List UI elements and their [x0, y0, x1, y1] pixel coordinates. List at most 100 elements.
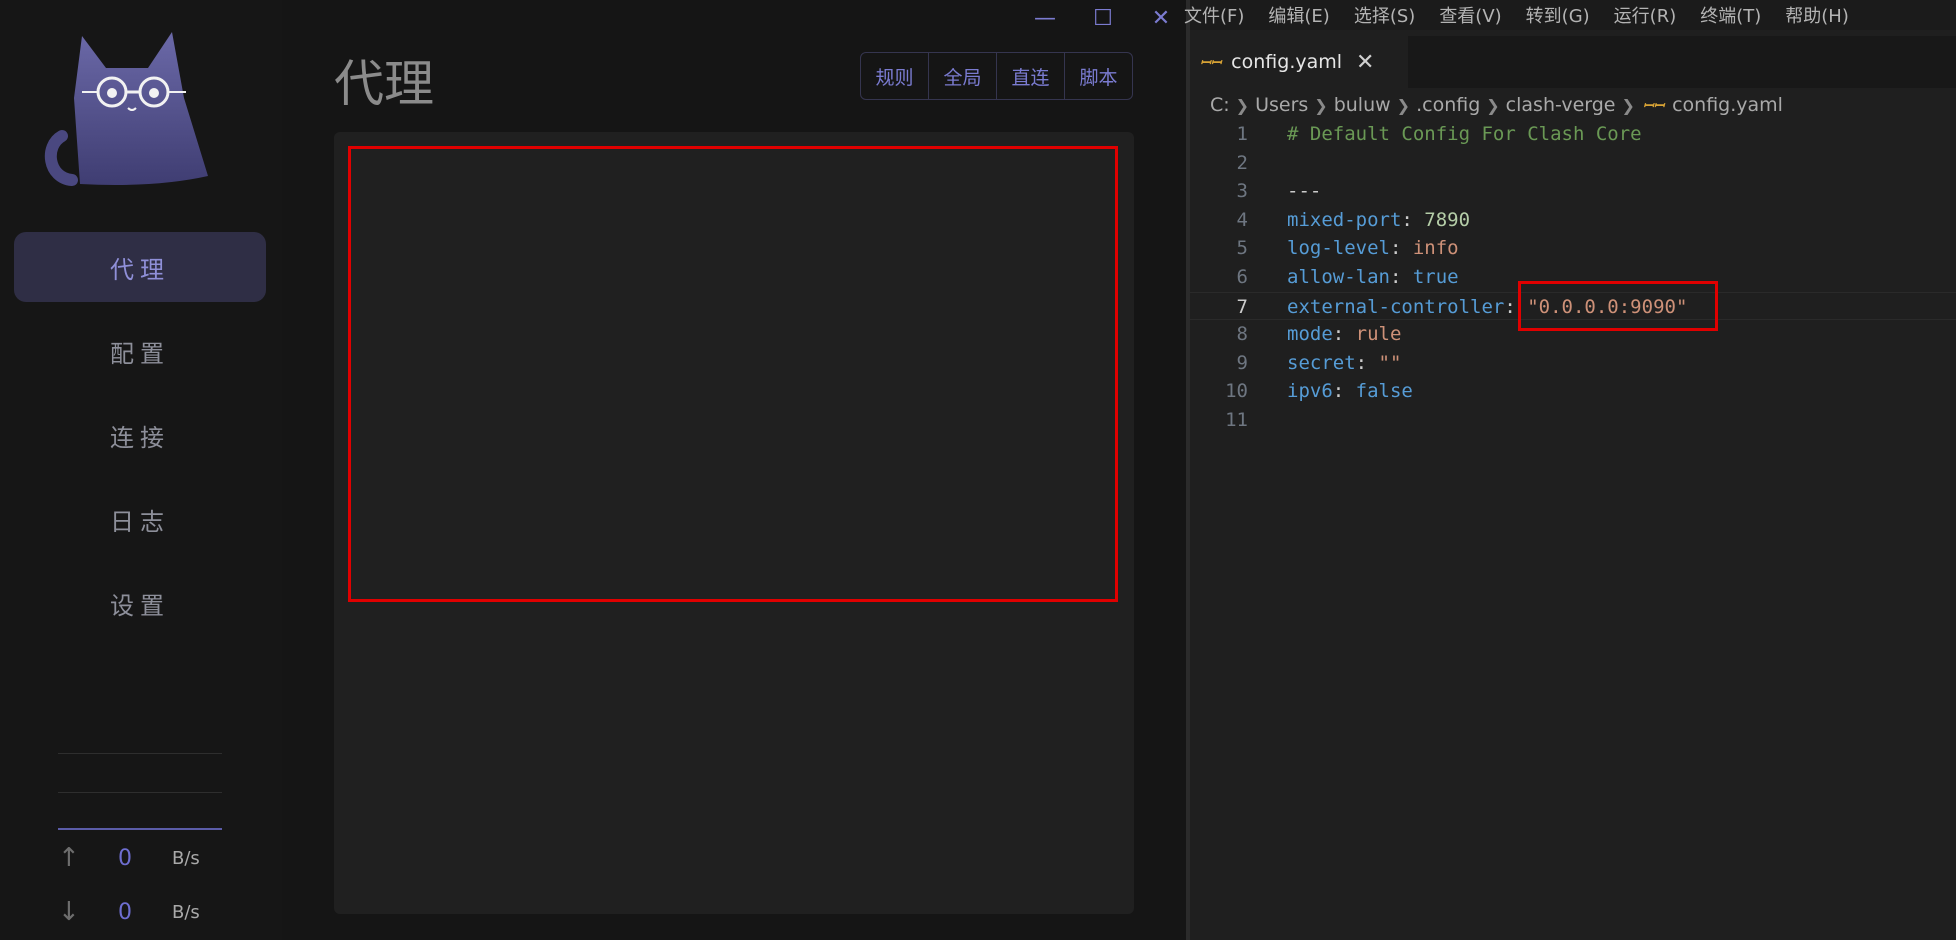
close-icon[interactable]: ✕: [1132, 4, 1190, 32]
line-number: 5: [1236, 237, 1248, 260]
nav-label: 配置: [110, 339, 170, 368]
code-text: mode: rule: [1287, 320, 1401, 349]
line-number: 9: [1236, 351, 1248, 374]
line-number: 3: [1236, 180, 1248, 203]
line-number: 11: [1225, 408, 1248, 431]
code-token: rule: [1355, 323, 1402, 346]
window-controls: — ☐ ✕: [1016, 4, 1190, 32]
upload-speed: ↑ 0 B/s: [58, 842, 228, 874]
breadcrumb-item[interactable]: config.yaml: [1672, 94, 1783, 116]
menu-bar: 文件(F) 编辑(E) 选择(S) 查看(V) 转到(G) 运行(R) 终端(T…: [1184, 0, 1956, 30]
mode-global-button[interactable]: 全局: [929, 53, 997, 99]
maximize-icon[interactable]: ☐: [1074, 4, 1132, 32]
mode-direct-button[interactable]: 直连: [997, 53, 1065, 99]
nav-label: 连接: [110, 423, 170, 452]
line-number: 2: [1236, 151, 1248, 174]
menu-help[interactable]: 帮助(H): [1785, 2, 1849, 28]
breadcrumb-item[interactable]: clash-verge: [1506, 94, 1616, 116]
menu-go[interactable]: 转到(G): [1526, 2, 1590, 28]
arrow-up-icon: ↑: [58, 843, 80, 873]
code-token: ipv6: [1287, 380, 1333, 403]
code-token: false: [1355, 380, 1413, 403]
mode-script-button[interactable]: 脚本: [1065, 53, 1132, 99]
download-unit: B/s: [172, 901, 200, 923]
page-title: 代理: [334, 55, 434, 113]
chevron-right-icon: ❯: [1621, 95, 1635, 115]
code-line[interactable]: 5 log-level: info: [1190, 234, 1956, 263]
red-annotation-box: [1518, 281, 1718, 331]
menu-run[interactable]: 运行(R): [1614, 2, 1677, 28]
red-annotation-box: [348, 146, 1118, 602]
line-number: 7: [1236, 295, 1248, 318]
code-token: 7890: [1424, 208, 1471, 231]
proxy-mode-toggle: 规则 全局 直连 脚本: [860, 52, 1133, 100]
code-line[interactable]: 9 secret: "": [1190, 349, 1956, 378]
code-line[interactable]: 1 # Default Config For Clash Core: [1190, 120, 1956, 149]
nav-label: 代理: [110, 255, 170, 284]
code-token: :: [1332, 380, 1356, 403]
code-token: :: [1355, 351, 1379, 374]
editor-tab-bar: ꟷꟷ config.yaml ✕: [1190, 36, 1956, 88]
code-token: external-controller: [1287, 295, 1505, 318]
mode-rule-button[interactable]: 规则: [861, 53, 929, 99]
nav-item-profiles[interactable]: 配置: [14, 316, 266, 386]
code-line[interactable]: 10 ipv6: false: [1190, 377, 1956, 406]
menu-terminal[interactable]: 终端(T): [1700, 2, 1761, 28]
sidebar: 代理 配置 连接 日志 设置 ↑ 0 B/s ↓ 0 B/s: [0, 0, 282, 940]
code-token: allow-lan: [1287, 265, 1390, 288]
code-line[interactable]: 11: [1190, 406, 1956, 435]
line-number: 1: [1236, 123, 1248, 145]
nav-item-proxy[interactable]: 代理: [14, 232, 266, 302]
minimize-icon[interactable]: —: [1016, 4, 1074, 32]
clash-verge-window: 代理 配置 连接 日志 设置 ↑ 0 B/s ↓ 0 B/s — ☐ ✕ 代理 …: [0, 0, 1186, 940]
code-token: mixed-port: [1287, 208, 1402, 231]
code-text: allow-lan: true: [1287, 263, 1459, 292]
code-text: ipv6: false: [1287, 377, 1413, 406]
nav-label: 日志: [110, 507, 170, 536]
menu-selection[interactable]: 选择(S): [1354, 2, 1415, 28]
tab-label: config.yaml: [1231, 51, 1343, 73]
code-token: :: [1332, 323, 1356, 346]
nav-label: 设置: [110, 591, 170, 620]
upload-unit: B/s: [172, 847, 200, 869]
code-token: log-level: [1287, 237, 1390, 260]
breadcrumb-item[interactable]: buluw: [1334, 94, 1391, 116]
code-token: info: [1412, 237, 1459, 260]
breadcrumb-item[interactable]: C:: [1210, 94, 1230, 116]
code-token: :: [1389, 237, 1413, 260]
traffic-divider: [58, 792, 222, 793]
code-editor[interactable]: 1 # Default Config For Clash Core 2 3 --- 4 mi…: [1190, 120, 1956, 435]
menu-edit[interactable]: 编辑(E): [1268, 2, 1329, 28]
code-line[interactable]: 3 ---: [1190, 177, 1956, 206]
download-speed: ↓ 0 B/s: [58, 896, 228, 928]
nav-item-logs[interactable]: 日志: [14, 484, 266, 554]
nav-item-settings[interactable]: 设置: [14, 568, 266, 638]
tab-config-yaml[interactable]: ꟷꟷ config.yaml ✕: [1190, 36, 1408, 88]
code-token: true: [1412, 265, 1459, 288]
vscode-editor-window: 文件(F) 编辑(E) 选择(S) 查看(V) 转到(G) 运行(R) 终端(T…: [1184, 0, 1956, 940]
line-number: 6: [1236, 265, 1248, 288]
code-line[interactable]: 4 mixed-port: 7890: [1190, 206, 1956, 235]
close-tab-icon[interactable]: ✕: [1356, 50, 1374, 75]
nav-item-connections[interactable]: 连接: [14, 400, 266, 470]
menu-file[interactable]: 文件(F): [1184, 2, 1244, 28]
code-line[interactable]: 2: [1190, 149, 1956, 178]
menu-view[interactable]: 查看(V): [1439, 2, 1501, 28]
code-token: :: [1401, 208, 1425, 231]
download-value: 0: [118, 899, 132, 925]
line-number: 8: [1236, 323, 1248, 346]
chevron-right-icon: ❯: [1396, 95, 1411, 115]
chevron-right-icon: ❯: [1235, 95, 1250, 115]
code-token: # Default Config For Clash Core: [1287, 123, 1642, 145]
breadcrumb-item[interactable]: .config: [1416, 94, 1480, 116]
line-number: 4: [1236, 208, 1248, 231]
line-number: 10: [1225, 380, 1248, 403]
breadcrumb: C: ❯ Users ❯ buluw ❯ .config ❯ clash-ver…: [1210, 92, 1783, 118]
yml-icon: ꟷꟷ: [1200, 56, 1222, 71]
breadcrumb-item[interactable]: Users: [1255, 94, 1308, 116]
code-text: secret: "": [1287, 349, 1401, 378]
proxy-list-panel: [334, 132, 1134, 914]
code-token: secret: [1287, 351, 1356, 374]
cat-logo-icon: [44, 32, 208, 186]
code-text: # Default Config For Clash Core: [1287, 120, 1642, 149]
